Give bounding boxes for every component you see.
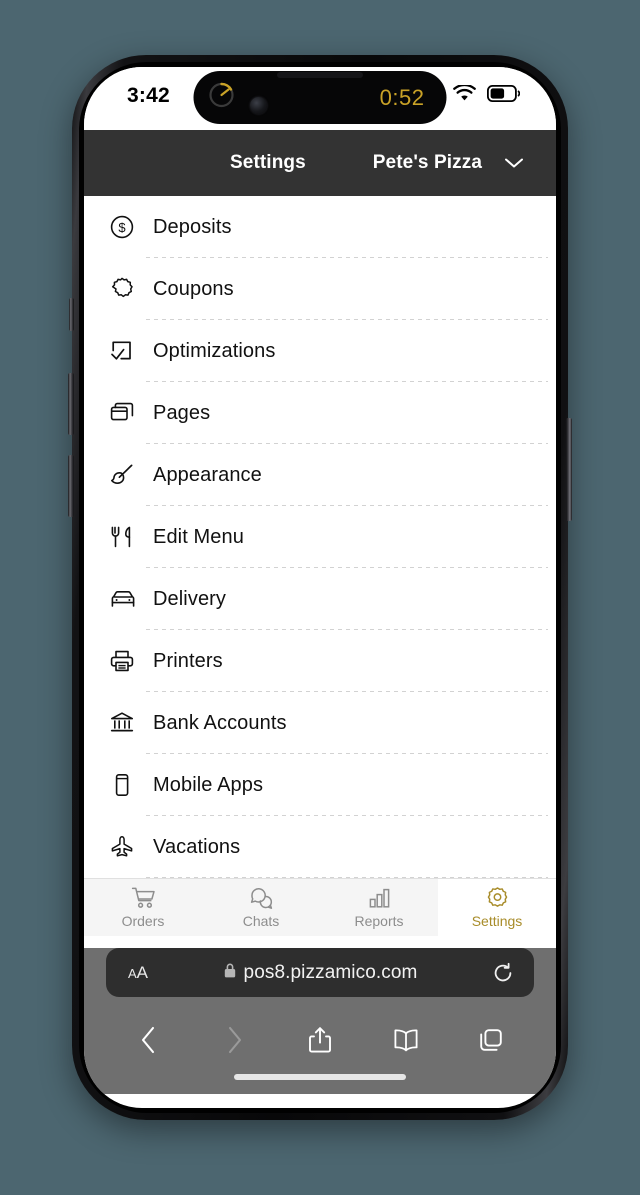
fork-knife-icon <box>109 524 153 550</box>
list-item-label: Vacations <box>153 835 241 858</box>
list-divider <box>146 877 548 878</box>
wifi-icon <box>453 85 476 102</box>
paintbrush-icon <box>109 462 153 488</box>
dollar-circle-icon: $ <box>109 214 153 240</box>
tab-orders[interactable]: Orders <box>84 879 202 936</box>
lock-icon <box>223 962 237 984</box>
phone-device-frame: 3:42 0:52 Settings Pete's Pizza $ Deposi… <box>68 55 572 1120</box>
gear-icon <box>485 886 510 910</box>
dynamic-island-timer-value: 0:52 <box>379 84 425 110</box>
list-item-optimizations[interactable]: Optimizations <box>84 320 556 382</box>
chevron-down-icon[interactable] <box>504 157 524 169</box>
safari-browser-chrome: AA pos8.pizzamico.com <box>84 948 556 1094</box>
list-item-printers[interactable]: Printers <box>84 630 556 692</box>
status-bar-indicators <box>453 85 520 102</box>
list-item-deposits[interactable]: $ Deposits <box>84 196 556 258</box>
list-item-label: Delivery <box>153 587 227 610</box>
screenshot-root: 3:42 0:52 Settings Pete's Pizza $ Deposi… <box>0 0 640 1195</box>
list-item-pages[interactable]: Pages <box>84 382 556 444</box>
status-bar-clock: 3:42 <box>127 84 170 107</box>
address-bar-center: pos8.pizzamico.com <box>106 962 534 984</box>
chat-bubbles-icon <box>249 886 274 910</box>
bottom-tab-bar: Orders Chats Reports Settings <box>84 878 556 936</box>
list-item-mobile-apps[interactable]: Mobile Apps <box>84 754 556 816</box>
volume-up-button[interactable] <box>68 373 74 435</box>
tab-label: Reports <box>354 913 404 929</box>
share-icon[interactable] <box>297 1017 343 1063</box>
list-item-appearance[interactable]: Appearance <box>84 444 556 506</box>
safari-toolbar <box>84 1014 556 1066</box>
list-item-label: Printers <box>153 649 223 672</box>
list-item-label: Bank Accounts <box>153 711 287 734</box>
earpiece-speaker <box>277 72 363 78</box>
car-icon <box>109 586 153 612</box>
home-indicator[interactable] <box>234 1074 406 1080</box>
shopping-cart-icon <box>131 886 156 910</box>
address-bar[interactable]: AA pos8.pizzamico.com <box>106 948 534 997</box>
list-item-label: Optimizations <box>153 339 276 362</box>
volume-down-button[interactable] <box>68 455 74 517</box>
tab-label: Chats <box>242 913 280 929</box>
pages-stack-icon <box>109 400 153 426</box>
store-selector-label[interactable]: Pete's Pizza <box>373 152 482 174</box>
list-item-label: Deposits <box>153 215 232 238</box>
tab-chats[interactable]: Chats <box>202 879 320 936</box>
list-item-delivery[interactable]: Delivery <box>84 568 556 630</box>
reload-icon[interactable] <box>492 962 514 984</box>
url-text: pos8.pizzamico.com <box>243 961 418 983</box>
svg-text:$: $ <box>118 220 126 235</box>
chevron-left-icon[interactable] <box>126 1017 172 1063</box>
tab-reports[interactable]: Reports <box>320 879 438 936</box>
tab-settings[interactable]: Settings <box>438 879 556 936</box>
app-header: Settings Pete's Pizza <box>84 130 556 196</box>
list-item-label: Mobile Apps <box>153 773 264 796</box>
dynamic-island[interactable]: 0:52 <box>193 71 447 124</box>
list-item-label: Appearance <box>153 463 262 486</box>
phone-screen: 3:42 0:52 Settings Pete's Pizza $ Deposi… <box>84 67 556 1108</box>
silent-switch-button[interactable] <box>69 298 74 331</box>
page-title: Settings <box>230 152 306 173</box>
front-camera-icon <box>250 97 267 114</box>
list-item-bank-accounts[interactable]: Bank Accounts <box>84 692 556 754</box>
bank-icon <box>109 710 153 736</box>
list-item-vacations[interactable]: Vacations <box>84 816 556 878</box>
tab-label: Orders <box>121 913 165 929</box>
bar-chart-icon <box>367 886 392 910</box>
tab-label: Settings <box>471 913 523 929</box>
book-icon[interactable] <box>383 1017 429 1063</box>
list-item-label: Edit Menu <box>153 525 244 548</box>
tabs-icon[interactable] <box>468 1017 514 1063</box>
printer-icon <box>109 648 153 674</box>
text-size-button[interactable]: AA <box>128 963 148 983</box>
settings-list: $ Deposits Coupons Optimizations Pages A… <box>84 196 556 878</box>
power-button[interactable] <box>566 418 572 521</box>
coupon-badge-icon <box>109 276 153 302</box>
mobile-phone-icon <box>109 772 153 798</box>
battery-icon <box>487 85 520 102</box>
checkbox-check-icon <box>109 338 153 364</box>
list-item-label: Pages <box>153 401 211 424</box>
list-item-label: Coupons <box>153 277 234 300</box>
airplane-icon <box>109 834 153 860</box>
list-item-edit-menu[interactable]: Edit Menu <box>84 506 556 568</box>
timer-ring-icon <box>208 81 236 114</box>
list-item-coupons[interactable]: Coupons <box>84 258 556 320</box>
chevron-right-icon <box>211 1017 257 1063</box>
